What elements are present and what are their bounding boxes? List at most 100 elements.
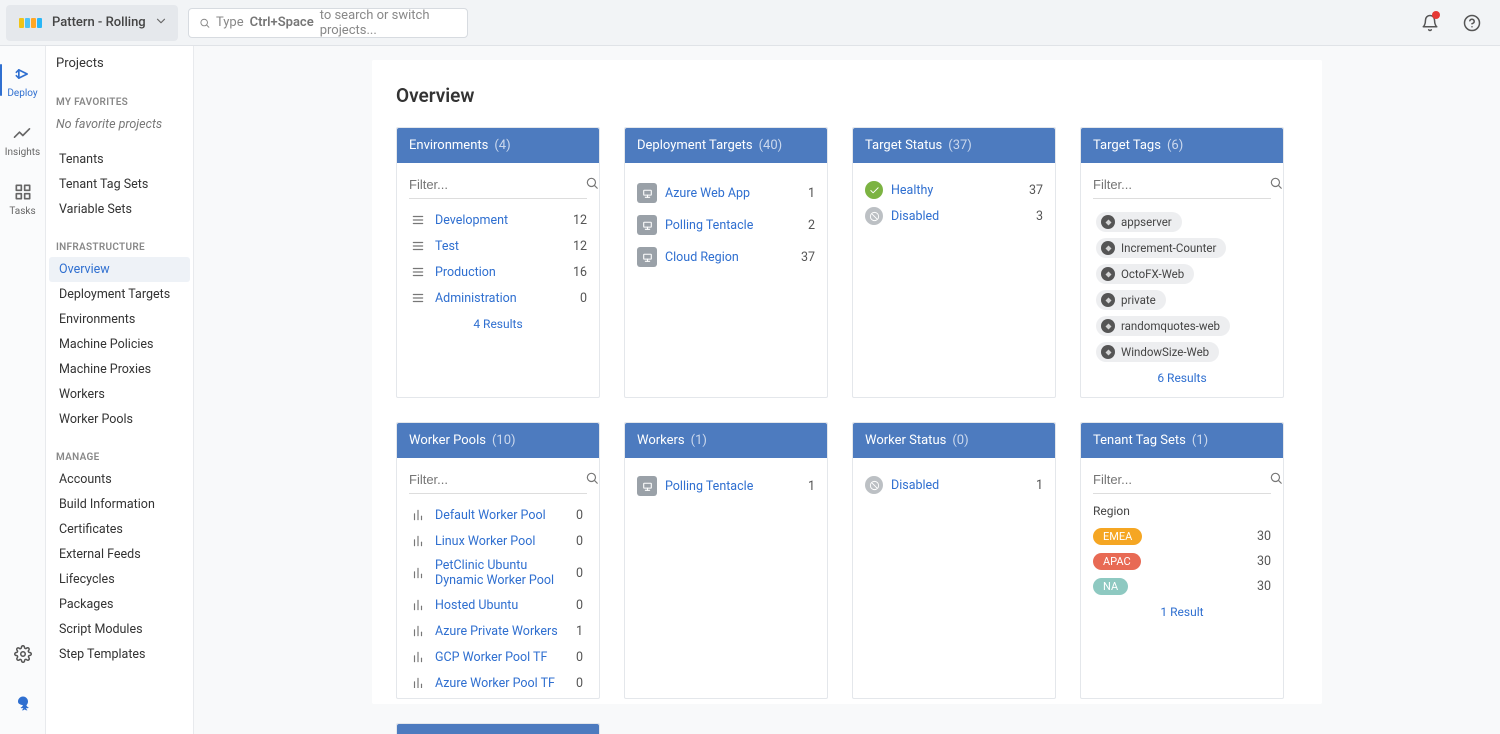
environment-name: Production <box>435 265 565 280</box>
sidebar-step-templates[interactable]: Step Templates <box>49 642 190 667</box>
sidebar-workers[interactable]: Workers <box>49 382 190 407</box>
search-input[interactable]: Type Ctrl+Space to search or switch proj… <box>188 8 468 38</box>
rail-insights[interactable]: Insights <box>5 123 40 158</box>
sidebar-tenant-tag-sets[interactable]: Tenant Tag Sets <box>49 172 190 197</box>
sidebar-machine-policies[interactable]: Machine Policies <box>49 332 190 357</box>
status-row-disabled[interactable]: Disabled 1 <box>865 472 1043 498</box>
target-tag[interactable]: appserver <box>1096 212 1182 232</box>
target-tag[interactable]: private <box>1096 290 1166 310</box>
results-link[interactable]: 4 Results <box>409 311 587 333</box>
target-type-icon <box>637 183 657 203</box>
sidebar-packages[interactable]: Packages <box>49 592 190 617</box>
search-icon <box>199 16 210 30</box>
results-link[interactable]: 1 Result <box>1093 599 1271 621</box>
region-row[interactable]: EMEA 30 <box>1093 524 1271 549</box>
card-title: Target Tags <box>1093 138 1161 153</box>
worker-row[interactable]: Polling Tentacle 1 <box>637 472 815 500</box>
worker-pool-row[interactable]: Azure Private Workers 1 <box>409 618 583 644</box>
sidebar-lifecycles[interactable]: Lifecycles <box>49 567 190 592</box>
target-tag[interactable]: WindowSize-Web <box>1096 342 1219 362</box>
worker-pool-name: Azure Worker Pool TF <box>435 676 568 689</box>
card-header[interactable]: Target Status (37) <box>853 128 1055 163</box>
tag-icon <box>1101 345 1115 359</box>
worker-pool-row[interactable]: Azure Worker Pool TF 0 <box>409 670 583 688</box>
worker-name: Polling Tentacle <box>665 479 800 494</box>
sidebar-environments[interactable]: Environments <box>49 307 190 332</box>
sidebar-variable-sets[interactable]: Variable Sets <box>49 197 190 222</box>
worker-pool-row[interactable]: Default Worker Pool 0 <box>409 502 583 528</box>
filter-field[interactable] <box>409 171 585 198</box>
environment-row[interactable]: Test 12 <box>409 233 587 259</box>
sidebar-machine-proxies[interactable]: Machine Proxies <box>49 357 190 382</box>
octopus-icon <box>13 694 33 714</box>
sidebar-projects[interactable]: Projects <box>46 46 193 77</box>
target-row[interactable]: Polling Tentacle 2 <box>637 209 815 241</box>
sidebar-deployment-targets[interactable]: Deployment Targets <box>49 282 190 307</box>
workers-card: Workers (1) Polling Tentacle 1 <box>624 422 828 699</box>
card-header[interactable]: Environments (4) <box>397 128 599 163</box>
top-bar: Pattern - Rolling Type Ctrl+Space to sea… <box>0 0 1500 46</box>
filter-field[interactable] <box>1093 466 1269 493</box>
environment-row[interactable]: Administration 0 <box>409 285 587 311</box>
notifications-button[interactable] <box>1414 7 1446 39</box>
filter-input[interactable] <box>1093 466 1271 494</box>
target-row[interactable]: Azure Web App 1 <box>637 177 815 209</box>
card-header[interactable]: Deployment Targets (40) <box>625 128 827 163</box>
target-count: 37 <box>801 250 815 265</box>
project-logo-icon <box>16 9 44 37</box>
filter-field[interactable] <box>409 466 585 493</box>
environment-row[interactable]: Production 16 <box>409 259 587 285</box>
settings-button[interactable] <box>7 638 39 670</box>
card-header[interactable]: Workers (1) <box>625 423 827 458</box>
environment-count: 12 <box>573 239 587 254</box>
card-header[interactable]: Worker Status (0) <box>853 423 1055 458</box>
brand-button[interactable] <box>7 688 39 720</box>
sidebar-worker-pools[interactable]: Worker Pools <box>49 407 190 432</box>
sidebar-certificates[interactable]: Certificates <box>49 517 190 542</box>
filter-input[interactable] <box>409 171 587 199</box>
region-pill: NA <box>1093 578 1128 595</box>
card-title: Deployment Targets <box>637 138 753 153</box>
sidebar-overview[interactable]: Overview <box>49 257 190 282</box>
filter-input[interactable] <box>409 466 587 494</box>
sidebar-build-information[interactable]: Build Information <box>49 492 190 517</box>
filter-field[interactable] <box>1093 171 1269 198</box>
card-header[interactable]: Worker Pools (10) <box>397 423 599 458</box>
sidebar-tenants[interactable]: Tenants <box>49 147 190 172</box>
card-header[interactable]: Target Tags (6) <box>1081 128 1283 163</box>
target-tag[interactable]: randomquotes-web <box>1096 316 1230 336</box>
worker-pool-count: 0 <box>576 534 583 549</box>
content-area: Overview Environments (4) Develop <box>194 46 1500 734</box>
worker-pool-row[interactable]: Hosted Ubuntu 0 <box>409 592 583 618</box>
filter-input[interactable] <box>1093 171 1271 199</box>
status-row-disabled[interactable]: Disabled 3 <box>865 203 1043 229</box>
card-header[interactable]: Tenants (3) <box>397 724 599 734</box>
target-row[interactable]: Cloud Region 37 <box>637 241 815 273</box>
list-icon <box>409 289 427 307</box>
worker-pool-row[interactable]: PetClinic Ubuntu Dynamic Worker Pool 0 <box>409 554 583 592</box>
target-tag[interactable]: Increment-Counter <box>1096 238 1226 258</box>
results-link[interactable]: 6 Results <box>1093 365 1271 387</box>
target-tag[interactable]: OctoFX-Web <box>1096 264 1194 284</box>
region-row[interactable]: NA 30 <box>1093 574 1271 599</box>
worker-pool-row[interactable]: Linux Worker Pool 0 <box>409 528 583 554</box>
sidebar-accounts[interactable]: Accounts <box>49 467 190 492</box>
rail-deploy[interactable]: Deploy <box>7 64 37 99</box>
status-count: 1 <box>1036 478 1043 493</box>
environment-row[interactable]: Development 12 <box>409 207 587 233</box>
target-count: 1 <box>808 186 815 201</box>
worker-pools-card: Worker Pools (10) Default Worker Pool 0 … <box>396 422 600 699</box>
status-label: Disabled <box>891 209 1028 224</box>
help-button[interactable] <box>1456 7 1488 39</box>
sidebar-script-modules[interactable]: Script Modules <box>49 617 190 642</box>
sidebar-external-feeds[interactable]: External Feeds <box>49 542 190 567</box>
tag-icon <box>1101 319 1115 333</box>
status-row-healthy[interactable]: Healthy 37 <box>865 177 1043 203</box>
region-row[interactable]: APAC 30 <box>1093 549 1271 574</box>
card-header[interactable]: Tenant Tag Sets (1) <box>1081 423 1283 458</box>
project-switcher[interactable]: Pattern - Rolling <box>6 5 178 41</box>
pool-icon <box>409 506 427 524</box>
worker-pool-row[interactable]: GCP Worker Pool TF 0 <box>409 644 583 670</box>
rail-tasks[interactable]: Tasks <box>9 182 35 217</box>
worker-pool-count: 0 <box>576 676 583 689</box>
